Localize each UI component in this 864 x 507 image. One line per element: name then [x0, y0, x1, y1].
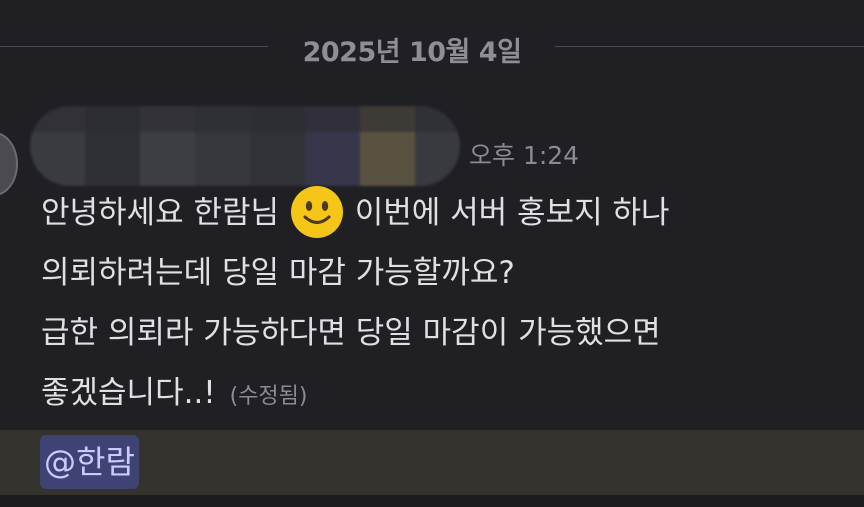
avatar[interactable] [0, 132, 18, 196]
divider-line-left [0, 46, 268, 47]
user-mention[interactable]: @한람 [40, 435, 139, 489]
mention-highlight-row: @한람 [0, 430, 864, 495]
date-divider: 2025년 10월 4일 [0, 28, 864, 68]
message-line-1-end: 이번에 서버 홍보지 하나 [354, 195, 670, 231]
message-line-1-start: 안녕하세요 한람님 [41, 195, 280, 231]
divider-line-right [555, 46, 864, 47]
date-divider-label: 2025년 10월 4일 [302, 37, 522, 68]
bottom-strip [0, 495, 864, 507]
username-redacted [30, 106, 460, 186]
message-line-4-text: 좋겠습니다..! [41, 375, 216, 411]
message-line-2: 의뢰하려는데 당일 마감 가능할까요? [41, 255, 515, 291]
message-content: 안녕하세요 한람님 이번에 서버 홍보지 하나 의뢰하려는데 당일 마감 가능할… [41, 183, 841, 423]
message-line-4: 좋겠습니다..! (수정됨) [41, 363, 841, 423]
slightly-smiling-face-icon [289, 184, 345, 240]
edited-indicator: (수정됨) [229, 384, 308, 409]
message-timestamp: 오후 1:24 [469, 141, 580, 170]
message-line-3: 급한 의뢰라 가능하다면 당일 마감이 가능했으면 [41, 315, 661, 351]
message-line-1: 안녕하세요 한람님 이번에 서버 홍보지 하나 [41, 183, 841, 243]
